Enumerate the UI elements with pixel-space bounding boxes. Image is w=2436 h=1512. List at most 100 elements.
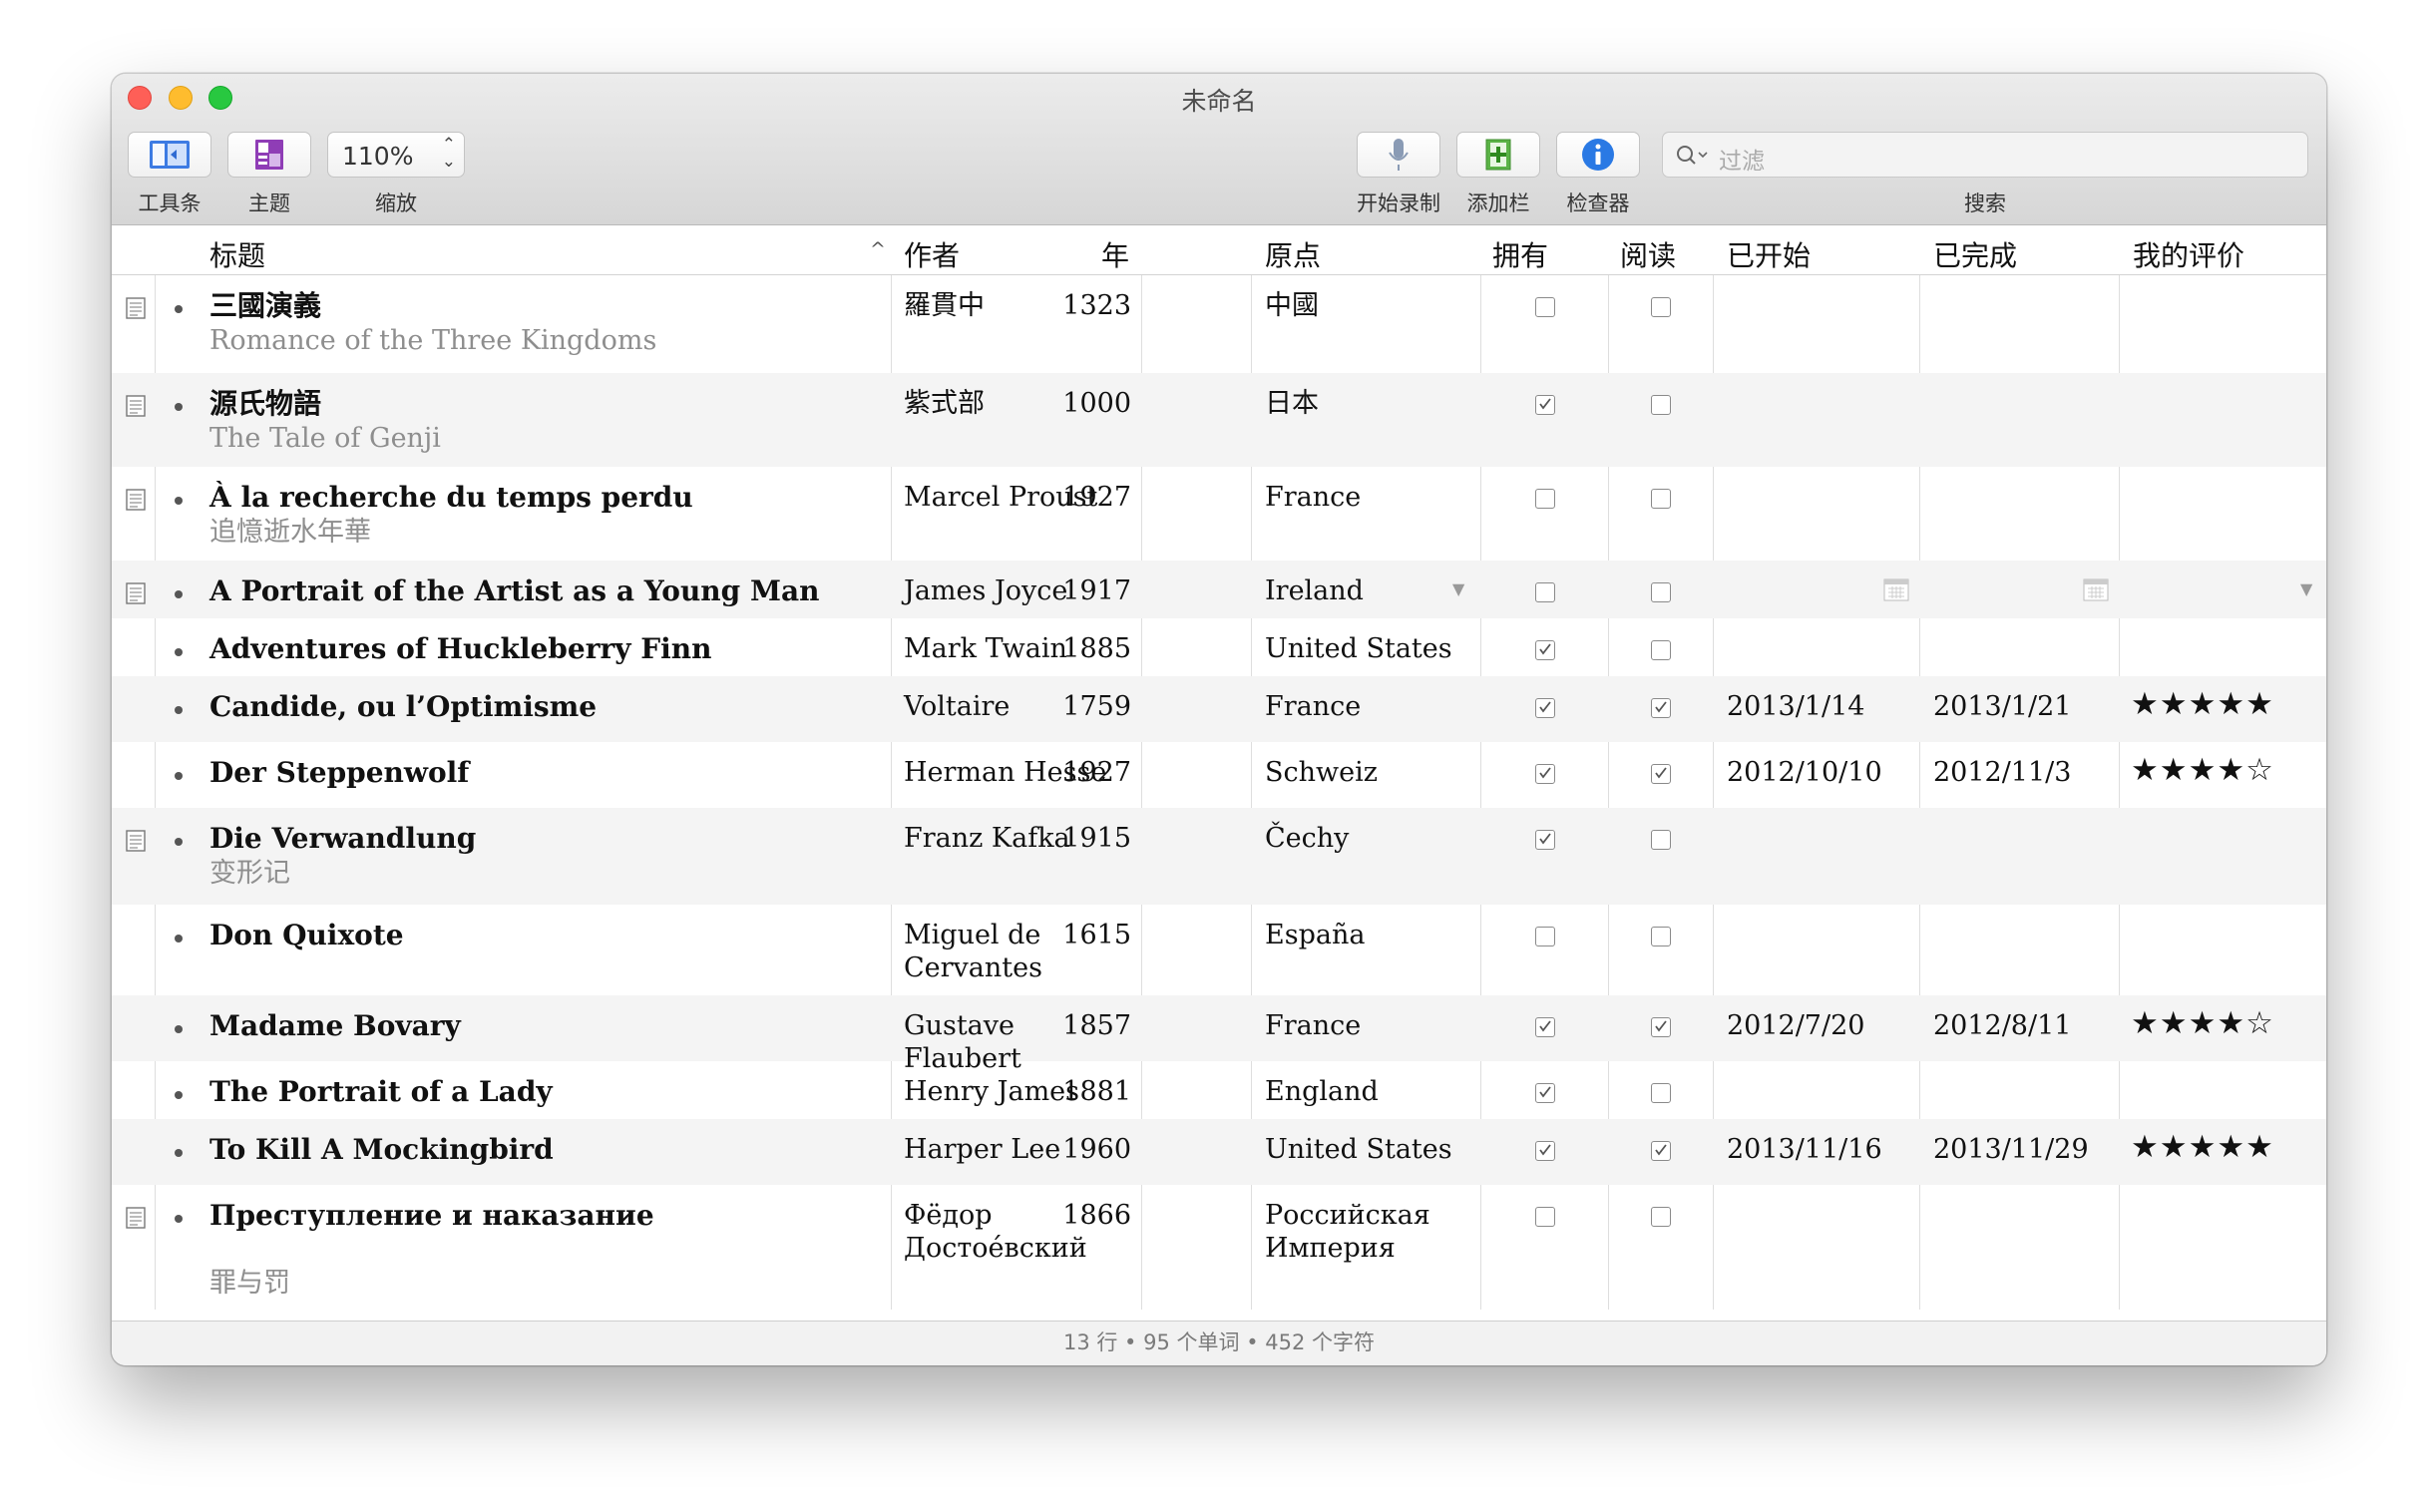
note-icon[interactable] <box>126 297 146 323</box>
read-checkbox[interactable] <box>1651 698 1671 718</box>
row-year[interactable]: 1866 <box>1021 1199 1131 1232</box>
calendar-icon[interactable] <box>2083 576 2109 609</box>
row-origin[interactable]: United States <box>1265 632 1474 665</box>
row-subtitle[interactable]: 变形记 <box>209 857 290 890</box>
note-icon[interactable] <box>126 830 146 856</box>
rating-stars[interactable]: ★★★★★ <box>2131 688 2274 721</box>
own-checkbox[interactable] <box>1535 582 1555 602</box>
calendar-icon[interactable] <box>1883 576 1909 609</box>
row-bullet[interactable] <box>175 935 183 943</box>
row-origin[interactable]: Российская Империя <box>1265 1199 1474 1265</box>
own-checkbox[interactable] <box>1535 395 1555 415</box>
own-checkbox[interactable] <box>1535 764 1555 784</box>
row-title[interactable]: The Portrait of a Lady <box>209 1075 553 1108</box>
row-title[interactable]: Madame Bovary <box>209 1009 461 1042</box>
table-row[interactable]: Madame Bovary Gustave Flaubert 1857 France 2… <box>112 995 2326 1074</box>
note-icon[interactable] <box>126 395 146 421</box>
row-started[interactable]: 2013/11/16 <box>1727 1133 1882 1166</box>
table-row[interactable]: To Kill A Mockingbird Harper Lee 1960 Unite… <box>112 1119 2326 1185</box>
row-bullet[interactable] <box>175 772 183 780</box>
rating-dropdown-icon[interactable]: ▼ <box>2300 572 2312 605</box>
origin-dropdown-icon[interactable]: ▼ <box>1452 572 1464 605</box>
row-origin[interactable]: Ireland <box>1265 574 1474 607</box>
table-row[interactable]: A Portrait of the Artist as a Young Man J… <box>112 561 2326 618</box>
read-checkbox[interactable] <box>1651 830 1671 850</box>
read-checkbox[interactable] <box>1651 395 1671 415</box>
read-checkbox[interactable] <box>1651 582 1671 602</box>
inspector-button[interactable] <box>1556 132 1640 178</box>
row-bullet[interactable] <box>175 648 183 656</box>
row-year[interactable]: 1615 <box>1021 919 1131 951</box>
row-bullet[interactable] <box>175 497 183 505</box>
column-header-finished[interactable]: 已完成 <box>1933 234 2017 274</box>
row-year[interactable]: 1885 <box>1021 632 1131 665</box>
read-checkbox[interactable] <box>1651 640 1671 660</box>
table-row[interactable]: Don Quixote Miguel de Cervantes 1615 España <box>112 905 2326 995</box>
table-row[interactable]: 源氏物語 The Tale of Genji 紫式部 1000 日本 <box>112 373 2326 467</box>
row-origin[interactable]: España <box>1265 919 1474 951</box>
row-title[interactable]: Der Steppenwolf <box>209 756 469 789</box>
row-subtitle[interactable]: 追憶逝水年華 <box>209 516 371 549</box>
table-row[interactable]: Die Verwandlung 变形记 Franz Kafka 1915 Čechy <box>112 808 2326 905</box>
own-checkbox[interactable] <box>1535 297 1555 317</box>
read-checkbox[interactable] <box>1651 1207 1671 1227</box>
row-bullet[interactable] <box>175 403 183 411</box>
row-bullet[interactable] <box>175 590 183 598</box>
row-bullet[interactable] <box>175 838 183 846</box>
rating-stars[interactable]: ★★★★☆ <box>2131 1007 2274 1040</box>
row-bullet[interactable] <box>175 1149 183 1157</box>
row-origin[interactable]: 日本 <box>1265 387 1474 420</box>
row-year[interactable]: 1000 <box>1021 387 1131 420</box>
row-started[interactable]: 2012/10/10 <box>1727 756 1882 789</box>
column-header-origin[interactable]: 原点 <box>1265 234 1321 274</box>
row-subtitle[interactable]: Romance of the Three Kingdoms <box>209 324 656 357</box>
row-subtitle[interactable]: 罪与罚 <box>209 1267 290 1300</box>
row-origin[interactable]: France <box>1265 481 1474 514</box>
row-started[interactable]: 2013/1/14 <box>1727 690 1864 723</box>
zoom-select[interactable]: 110% ⌃ ⌄ <box>327 132 465 178</box>
column-header-started[interactable]: 已开始 <box>1727 234 1811 274</box>
table-row[interactable]: Der Steppenwolf Herman Hesse 1927 Schweiz 20… <box>112 742 2326 808</box>
row-origin[interactable]: 中國 <box>1265 289 1474 322</box>
row-title[interactable]: To Kill A Mockingbird <box>209 1133 554 1166</box>
toolbar-toggle-button[interactable] <box>128 132 211 178</box>
row-origin[interactable]: Schweiz <box>1265 756 1474 789</box>
row-year[interactable]: 1927 <box>1021 481 1131 514</box>
row-title[interactable]: 三國演義 <box>209 289 321 322</box>
row-title[interactable]: À la recherche du temps perdu <box>209 481 693 514</box>
table-row[interactable]: 三國演義 Romance of the Three Kingdoms 羅貫中 1323… <box>112 275 2326 372</box>
rating-stars[interactable]: ★★★★★ <box>2131 1131 2274 1164</box>
row-year[interactable]: 1917 <box>1021 574 1131 607</box>
read-checkbox[interactable] <box>1651 297 1671 317</box>
own-checkbox[interactable] <box>1535 698 1555 718</box>
column-header-author[interactable]: 作者 <box>904 234 960 274</box>
own-checkbox[interactable] <box>1535 1141 1555 1161</box>
table-row[interactable]: The Portrait of a Lady Henry James 1881 Eng… <box>112 1061 2326 1119</box>
own-checkbox[interactable] <box>1535 1017 1555 1037</box>
row-year[interactable]: 1323 <box>1021 289 1131 322</box>
row-year[interactable]: 1881 <box>1021 1075 1131 1108</box>
row-year[interactable]: 1759 <box>1021 690 1131 723</box>
row-title[interactable]: 源氏物語 <box>209 387 321 420</box>
row-year[interactable]: 1857 <box>1021 1009 1131 1042</box>
note-icon[interactable] <box>126 489 146 515</box>
table-row[interactable]: Adventures of Huckleberry Finn Mark Twain… <box>112 618 2326 676</box>
column-header-rating[interactable]: 我的评价 <box>2133 234 2244 274</box>
row-origin[interactable]: United States <box>1265 1133 1474 1166</box>
own-checkbox[interactable] <box>1535 1207 1555 1227</box>
row-bullet[interactable] <box>175 1215 183 1223</box>
own-checkbox[interactable] <box>1535 489 1555 509</box>
column-header-read[interactable]: 阅读 <box>1620 234 1676 274</box>
table-row[interactable]: Преступление и наказание 罪与罚 Фёдор Достое́… <box>112 1185 2326 1310</box>
row-title[interactable]: Adventures of Huckleberry Finn <box>209 632 711 665</box>
row-started[interactable]: 2012/7/20 <box>1727 1009 1864 1042</box>
row-bullet[interactable] <box>175 305 183 313</box>
row-year[interactable]: 1960 <box>1021 1133 1131 1166</box>
row-origin[interactable]: England <box>1265 1075 1474 1108</box>
own-checkbox[interactable] <box>1535 830 1555 850</box>
column-header-year[interactable]: 年 <box>1101 234 1129 274</box>
search-input[interactable]: 过滤 <box>1662 132 2308 178</box>
row-title[interactable]: Die Verwandlung <box>209 822 476 855</box>
row-title[interactable]: A Portrait of the Artist as a Young Man <box>209 574 819 607</box>
note-icon[interactable] <box>126 1207 146 1233</box>
